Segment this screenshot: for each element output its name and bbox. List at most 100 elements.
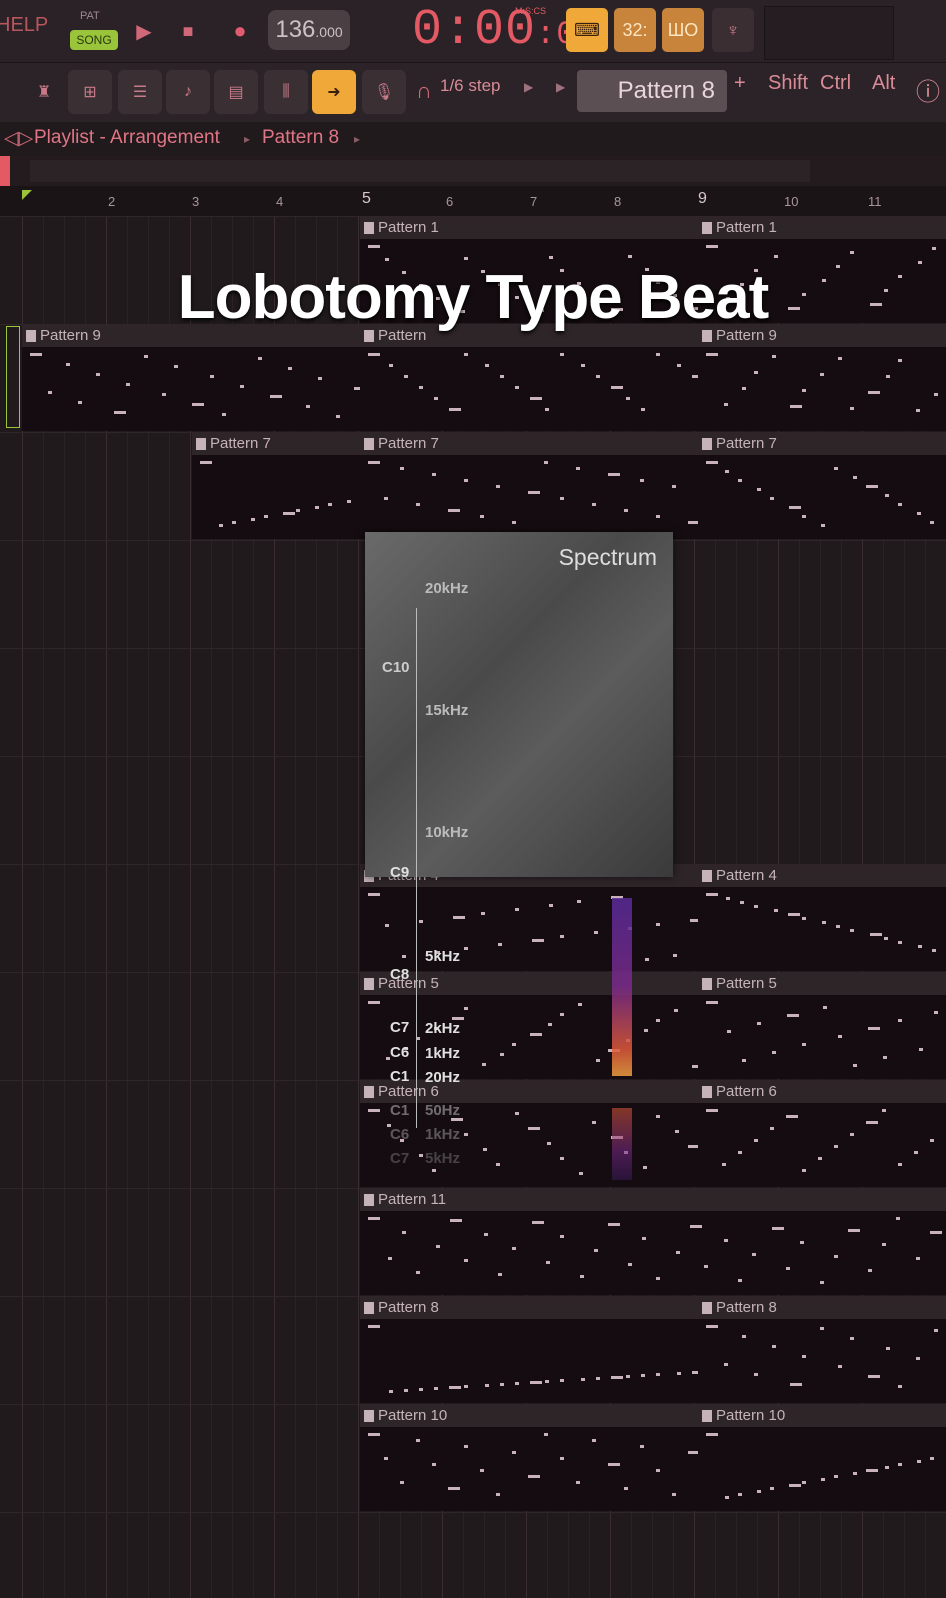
play-button[interactable]: ▶: [126, 12, 162, 50]
breadcrumb-separator-2: ▸: [354, 132, 361, 146]
ruler-bar-2: 2: [108, 194, 116, 209]
stop-button[interactable]: ■: [170, 12, 206, 50]
clip-header[interactable]: Pattern 1: [360, 217, 700, 239]
pattern-clip[interactable]: Pattern 9: [22, 325, 366, 431]
note-mark: [306, 405, 310, 408]
clip-header[interactable]: Pattern 10: [360, 1405, 698, 1427]
pattern-clip[interactable]: Pattern 4: [360, 865, 702, 971]
tempo-value: 136: [275, 16, 316, 43]
step-edit-button[interactable]: 32:: [614, 8, 656, 52]
note-mark: [448, 1487, 460, 1490]
note-mark: [624, 1487, 628, 1490]
clip-header[interactable]: Pattern 11: [360, 1189, 946, 1211]
pattern-clip[interactable]: Pattern 11: [360, 1189, 946, 1295]
note-mark: [916, 1257, 920, 1260]
channel-rack-button[interactable]: ☰: [118, 70, 162, 114]
note-mark: [448, 509, 460, 512]
clip-header[interactable]: Pattern 8: [360, 1297, 698, 1319]
shift-key[interactable]: Shift: [768, 72, 808, 95]
clip-header[interactable]: Pattern 7: [192, 433, 360, 455]
pattern-clip[interactable]: Pattern 7: [360, 433, 700, 539]
clip-header[interactable]: Pattern 8: [698, 1297, 946, 1319]
ruler-bar-11: 11: [868, 194, 882, 209]
note-mark: [706, 1109, 718, 1112]
note-mark: [546, 1261, 550, 1264]
clip-header[interactable]: Pattern 1: [698, 217, 946, 239]
record-button[interactable]: ●: [222, 12, 258, 50]
pattern-clip[interactable]: Pattern 7: [698, 433, 946, 539]
note-mark: [898, 1463, 902, 1466]
timeline-ruler[interactable]: 2 3 4 5 6 7 8 9 10 11: [0, 186, 946, 217]
plugin-picker-button[interactable]: ➜: [312, 70, 356, 114]
note-mark: [934, 1011, 938, 1014]
track-select-marker[interactable]: [6, 326, 20, 428]
hz-mirror-50: 50Hz: [425, 1102, 461, 1119]
breadcrumb-title[interactable]: Playlist - Arrangement: [34, 127, 220, 149]
audio-recording-button[interactable]: 🎙: [362, 70, 406, 114]
mixer-button[interactable]: ⫼: [264, 70, 308, 114]
pattern-clip[interactable]: Pattern 5: [360, 973, 704, 1079]
step-edit-label: 32:: [622, 19, 648, 40]
pattern-selector[interactable]: Pattern 8: [577, 70, 727, 112]
alt-key[interactable]: Alt: [872, 72, 895, 95]
piano-roll-button[interactable]: ♪: [166, 70, 210, 114]
clip-header[interactable]: Pattern 10: [698, 1405, 946, 1427]
note-mark: [560, 497, 564, 500]
tempo-display[interactable]: 136.000: [268, 10, 350, 50]
magnet-icon[interactable]: ∩: [416, 78, 432, 104]
pattern-clip[interactable]: Pattern 8: [360, 1297, 704, 1403]
note-mark: [882, 1243, 886, 1246]
note-mark: [549, 256, 553, 259]
spectrum-window[interactable]: Spectrum: [365, 532, 673, 877]
pattern-clip[interactable]: Pattern 8: [698, 1297, 946, 1403]
clip-header[interactable]: Pattern 6: [698, 1081, 946, 1103]
note-mark: [222, 413, 226, 416]
note-mark: [934, 393, 938, 396]
pattern-clip[interactable]: Pattern 10: [360, 1405, 700, 1511]
hint-icon: ♜: [36, 84, 52, 101]
note-mark: [752, 1253, 756, 1256]
pattern-clip[interactable]: Pattern 10: [698, 1405, 946, 1511]
help-icon[interactable]: ⓘ: [916, 72, 940, 107]
tempo-fraction: .000: [315, 24, 343, 40]
note-mark: [640, 479, 644, 482]
metronome-button[interactable]: ♆: [712, 8, 754, 52]
pattern-prev-icon[interactable]: ▶: [556, 80, 565, 94]
pattern-clip[interactable]: Pattern 7: [192, 433, 360, 539]
clip-header[interactable]: Pattern 7: [698, 433, 946, 455]
playlist-button[interactable]: ⊞: [68, 70, 112, 114]
song-position-marker[interactable]: [22, 190, 32, 200]
clip-header[interactable]: Pattern 4: [698, 865, 946, 887]
browser-button[interactable]: ▤: [214, 70, 258, 114]
pattern-clip[interactable]: Pattern 6: [360, 1081, 700, 1187]
clip-header[interactable]: Pattern 5: [698, 973, 946, 995]
note-mark: [932, 949, 936, 952]
clip-header[interactable]: Pattern 5: [360, 973, 698, 995]
snap-selector[interactable]: 1/6 step: [440, 76, 501, 96]
scroll-thumb[interactable]: [30, 160, 810, 182]
pat-song-toggle[interactable]: PAT SONG: [70, 8, 120, 54]
microphone-icon: 🎙: [373, 84, 395, 101]
pattern-clip[interactable]: Pattern 4: [698, 865, 946, 971]
clip-header[interactable]: Pattern 6: [360, 1081, 698, 1103]
note-mark: [464, 1385, 468, 1388]
pattern-clip[interactable]: Pattern 9: [698, 325, 946, 431]
ctrl-key[interactable]: Ctrl: [820, 72, 851, 95]
pattern-clip[interactable]: Pattern: [360, 325, 704, 431]
loop-record-button[interactable]: ШO: [662, 8, 704, 52]
pattern-clip[interactable]: Pattern 5: [698, 973, 946, 1079]
horizontal-scrollbar[interactable]: [0, 156, 946, 186]
keyboard-icon: ⌨: [574, 19, 600, 40]
note-mark: [656, 923, 660, 926]
note-mark: [626, 1375, 630, 1378]
note-mark: [500, 375, 504, 378]
typing-keyboard-button[interactable]: ⌨: [566, 8, 608, 52]
note-mark: [592, 1439, 596, 1442]
help-menu[interactable]: HELP: [0, 14, 48, 37]
speaker-icon[interactable]: ◁▷: [4, 127, 33, 150]
breadcrumb-pattern[interactable]: Pattern 8: [262, 127, 339, 149]
note-mark: [419, 1154, 423, 1157]
clip-header[interactable]: Pattern 7: [360, 433, 698, 455]
pattern-clip[interactable]: Pattern 6: [698, 1081, 946, 1187]
add-pattern-button[interactable]: +: [734, 72, 746, 95]
